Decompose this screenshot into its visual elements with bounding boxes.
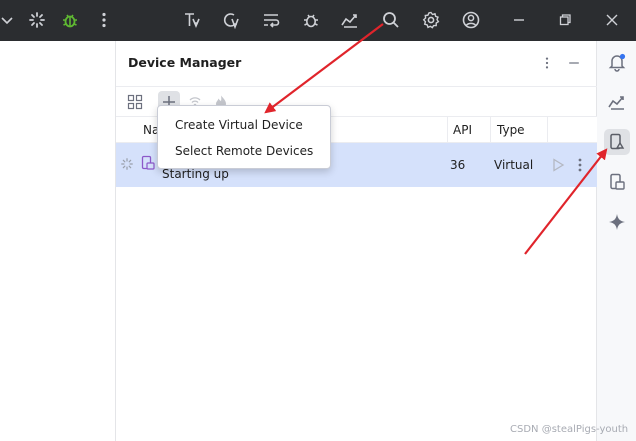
device-manager-icon[interactable] bbox=[604, 129, 630, 155]
debug-bug-icon[interactable] bbox=[57, 7, 83, 33]
loading-spinner-icon bbox=[24, 7, 50, 33]
editor-area bbox=[0, 41, 116, 441]
device-group-icon[interactable] bbox=[124, 91, 146, 113]
right-tool-window-bar bbox=[597, 41, 636, 441]
account-icon[interactable] bbox=[458, 7, 484, 33]
column-separator[interactable] bbox=[547, 117, 548, 143]
menu-item-select-remote-devices[interactable]: Select Remote Devices bbox=[159, 139, 329, 163]
device-api: 36 bbox=[450, 158, 466, 172]
virtual-device-icon bbox=[140, 155, 156, 171]
panel-options-icon[interactable] bbox=[538, 54, 556, 72]
close-icon[interactable] bbox=[599, 7, 625, 33]
app-quality-insights-icon[interactable] bbox=[604, 89, 630, 115]
gear-icon[interactable] bbox=[418, 7, 444, 33]
column-type[interactable]: Type bbox=[497, 123, 525, 137]
start-device-play-icon[interactable] bbox=[550, 157, 566, 173]
bug-settings-icon[interactable] bbox=[298, 7, 324, 33]
column-separator[interactable] bbox=[447, 117, 448, 143]
running-devices-icon[interactable] bbox=[604, 169, 630, 195]
gemini-sparkle-icon[interactable] bbox=[604, 209, 630, 235]
wrap-lines-icon[interactable] bbox=[258, 7, 284, 33]
title-bar bbox=[0, 0, 636, 41]
device-manager-panel: Device Manager Na API Type Starting up 3… bbox=[116, 41, 597, 441]
search-icon[interactable] bbox=[378, 7, 404, 33]
app-quality-icon[interactable] bbox=[337, 7, 363, 33]
panel-title: Device Manager bbox=[128, 55, 242, 70]
translate-text-icon[interactable] bbox=[179, 7, 205, 33]
code-translate-icon[interactable] bbox=[218, 7, 244, 33]
device-more-icon[interactable] bbox=[572, 157, 588, 173]
more-vertical-icon[interactable] bbox=[91, 7, 117, 33]
watermark: CSDN @stealPigs-youth bbox=[510, 424, 629, 435]
notifications-bell-icon[interactable] bbox=[604, 49, 630, 75]
device-type: Virtual bbox=[494, 158, 534, 172]
add-device-menu: Create Virtual Device Select Remote Devi… bbox=[157, 105, 331, 169]
chevron-down-icon[interactable] bbox=[0, 7, 20, 33]
column-api[interactable]: API bbox=[453, 123, 472, 137]
minimize-icon[interactable] bbox=[506, 7, 532, 33]
loading-spinner-icon bbox=[120, 157, 136, 173]
menu-item-create-virtual-device[interactable]: Create Virtual Device bbox=[159, 113, 329, 137]
hide-panel-icon[interactable] bbox=[565, 54, 583, 72]
restore-window-icon[interactable] bbox=[552, 7, 578, 33]
column-separator[interactable] bbox=[490, 117, 491, 143]
device-status: Starting up bbox=[162, 167, 229, 181]
